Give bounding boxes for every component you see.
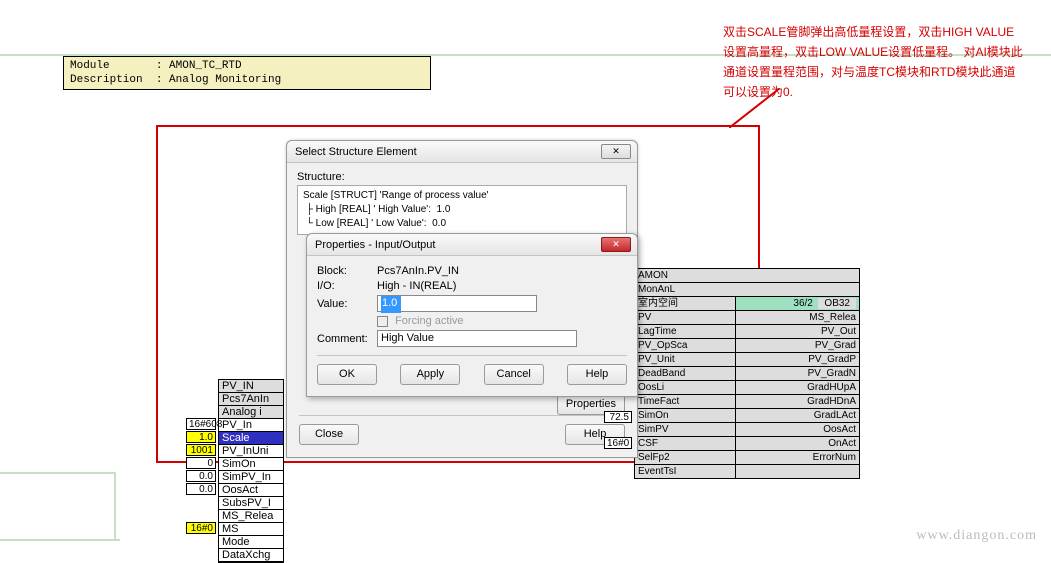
comment-input[interactable]: High Value	[377, 330, 577, 347]
dialog-title: Properties - Input/Output	[315, 239, 435, 251]
fb-value: 16#608	[186, 418, 216, 430]
comment-label: Comment:	[317, 333, 377, 345]
fb-pin-pv_gradn[interactable]: PV_GradN	[735, 367, 859, 381]
dialog-titlebar[interactable]: Select Structure Element ✕	[287, 141, 637, 163]
fb-pin-simon[interactable]: SimOn	[219, 458, 283, 471]
fb-pin-ms_relea[interactable]: MS_Relea	[735, 311, 859, 325]
fb-value: 0	[186, 457, 216, 469]
fb-pin-ms[interactable]: MS	[219, 523, 283, 536]
fb-value: 0.0	[186, 470, 216, 482]
fb-pin-simpv[interactable]: SimPV	[635, 423, 736, 437]
fb-pin-oosact[interactable]: OosAct	[735, 423, 859, 437]
fb-pin-dataxchg[interactable]: DataXchg	[219, 549, 283, 562]
io-label: I/O:	[317, 280, 377, 292]
close-button[interactable]: Close	[299, 424, 359, 445]
fb-pin-gradhupa[interactable]: GradHUpA	[735, 381, 859, 395]
structure-tree[interactable]: Scale [STRUCT] 'Range of process value' …	[297, 185, 627, 235]
fb-pin-scale[interactable]: Scale	[219, 432, 283, 445]
structure-label: Structure:	[297, 171, 627, 183]
fb-pin-simon[interactable]: SimOn	[635, 409, 736, 423]
fb-pin-oosact[interactable]: OosAct	[219, 484, 283, 497]
fb-pin-pv_unit[interactable]: PV_Unit	[635, 353, 736, 367]
block-label: Block:	[317, 265, 377, 277]
close-icon[interactable]: ✕	[601, 237, 631, 252]
fb-pin-lagtime[interactable]: LagTime	[635, 325, 736, 339]
fb-pin-pv_out[interactable]: PV_Out	[735, 325, 859, 339]
fb-value: 72.5	[604, 411, 632, 423]
function-block-amon[interactable]: AMONMonAnL室内空间36/2 OB32PVMS_ReleaLagTime…	[634, 268, 860, 479]
fb-pin-gradlact[interactable]: GradLAct	[735, 409, 859, 423]
dialog-titlebar[interactable]: Properties - Input/Output ✕	[307, 234, 637, 256]
module-header: Module : AMON_TC_RTD Description : Analo…	[63, 56, 431, 90]
fb-pin-simpv_in[interactable]: SimPV_In	[219, 471, 283, 484]
fb-pin-eventtsi[interactable]: EventTsI	[635, 465, 736, 479]
value-input[interactable]: 1.0	[377, 295, 537, 312]
fb-pin-ms_relea[interactable]: MS_Relea	[219, 510, 283, 523]
fb-header: PV_IN	[219, 380, 283, 393]
fb-pin-mode[interactable]: Mode	[219, 536, 283, 549]
fb-pin-gradhdna[interactable]: GradHDnA	[735, 395, 859, 409]
block-value: Pcs7AnIn.PV_IN	[377, 265, 627, 277]
fb-pin-selfp2[interactable]: SelFp2	[635, 451, 736, 465]
close-icon[interactable]: ✕	[601, 144, 631, 159]
fb-pin-oosli[interactable]: OosLi	[635, 381, 736, 395]
fb-pin-timefact[interactable]: TimeFact	[635, 395, 736, 409]
fb-pin-errornum[interactable]: ErrorNum	[735, 451, 859, 465]
forcing-checkbox	[377, 316, 388, 327]
cancel-button[interactable]: Cancel	[484, 364, 544, 385]
fb-value: 1.0	[186, 431, 216, 443]
properties-input-output-dialog: Properties - Input/Output ✕ Block: Pcs7A…	[306, 233, 638, 397]
fb-pin-pv_grad[interactable]: PV_Grad	[735, 339, 859, 353]
fb-value: 0.0	[186, 483, 216, 495]
fb-pin-pv_in[interactable]: PV_In	[219, 419, 283, 432]
fb-header: Pcs7AnIn	[219, 393, 283, 406]
fb-value: 1001	[186, 444, 216, 456]
fb-pin-[interactable]	[735, 465, 859, 479]
help-button[interactable]: Help	[567, 364, 627, 385]
annotation-text: 双击SCALE管脚弹出高低量程设置，双击HIGH VALUE设置高量程，双击LO…	[723, 22, 1023, 102]
fb-value: 16#0	[186, 522, 216, 534]
io-value: High - IN(REAL)	[377, 280, 627, 292]
fb-pin-subspv_i[interactable]: SubsPV_I	[219, 497, 283, 510]
apply-button[interactable]: Apply	[400, 364, 460, 385]
watermark: www.diangon.com	[916, 528, 1037, 544]
fb-header: Analog i	[219, 406, 283, 419]
fb-value: 16#0	[604, 437, 632, 449]
dialog-title: Select Structure Element	[295, 146, 417, 158]
fb-pin-pv_gradp[interactable]: PV_GradP	[735, 353, 859, 367]
fb-pin-deadband[interactable]: DeadBand	[635, 367, 736, 381]
fb-pin-pv_opsca[interactable]: PV_OpSca	[635, 339, 736, 353]
function-block-pv-in[interactable]: PV_INPcs7AnInAnalog iPV_InScalePV_InUniS…	[218, 379, 284, 563]
forcing-label: Forcing active	[395, 315, 463, 327]
fb-pin-pv[interactable]: PV	[635, 311, 736, 325]
ok-button[interactable]: OK	[317, 364, 377, 385]
value-label: Value:	[317, 298, 377, 310]
fb-pin-onact[interactable]: OnAct	[735, 437, 859, 451]
fb-pin-pv_inuni[interactable]: PV_InUni	[219, 445, 283, 458]
fb-pin-csf[interactable]: CSF	[635, 437, 736, 451]
